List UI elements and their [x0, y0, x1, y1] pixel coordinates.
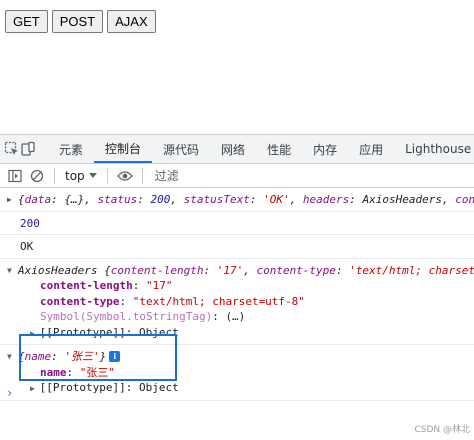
device-toolbar-icon[interactable]: [20, 135, 36, 163]
tab-sources[interactable]: 源代码: [152, 135, 210, 163]
collapse-arrow-icon[interactable]: ▼: [7, 263, 12, 279]
tab-network[interactable]: 网络: [210, 135, 256, 163]
filter-input[interactable]: 过滤: [149, 167, 179, 184]
header-row-symbol: Symbol(Symbol.toStringTag): (…): [40, 310, 246, 323]
toolbar-divider: [141, 167, 143, 184]
tab-elements[interactable]: 元素: [48, 135, 94, 163]
console-prompt-icon[interactable]: ›: [6, 386, 13, 400]
clear-console-icon[interactable]: [26, 166, 48, 186]
header-row-content-length: content-length: "17": [40, 279, 173, 292]
tab-memory[interactable]: 内存: [302, 135, 348, 163]
console-message-response[interactable]: ▶ {data: {…}, status: 200, statusText: '…: [0, 188, 474, 212]
console-output: ▶ {data: {…}, status: 200, statusText: '…: [0, 188, 474, 401]
devtools-panel: 元素 控制台 源代码 网络 性能 内存 应用 Lighthouse top 过滤: [0, 134, 474, 440]
toolbar-divider: [54, 167, 55, 184]
tab-lighthouse[interactable]: Lighthouse: [394, 135, 474, 163]
toolbar-divider: [106, 167, 108, 184]
expand-arrow-icon[interactable]: ▶: [30, 329, 40, 338]
tab-performance[interactable]: 性能: [256, 135, 302, 163]
ajax-button[interactable]: AJAX: [107, 10, 156, 33]
sidebar-toggle-icon[interactable]: [4, 166, 26, 186]
inspect-element-icon[interactable]: [4, 135, 20, 163]
chevron-down-icon: [88, 172, 97, 178]
tab-console[interactable]: 控制台: [94, 135, 153, 163]
info-icon[interactable]: i: [109, 351, 121, 362]
expand-arrow-icon[interactable]: ▶: [7, 192, 12, 208]
get-button[interactable]: GET: [5, 10, 48, 33]
console-message-status: 200: [0, 212, 474, 235]
page-buttons: GET POST AJAX: [5, 10, 156, 33]
expand-arrow-icon[interactable]: ▶: [30, 384, 40, 393]
tab-application[interactable]: 应用: [348, 135, 394, 163]
console-message-statustext: OK: [0, 235, 474, 259]
header-row-prototype[interactable]: ▶ [[Prototype]]: Object: [18, 325, 474, 342]
object-row-prototype[interactable]: ▶ [[Prototype]]: Object: [18, 380, 474, 397]
devtools-tabbar: 元素 控制台 源代码 网络 性能 内存 应用 Lighthouse: [0, 135, 474, 164]
console-toolbar: top 过滤: [0, 164, 474, 188]
console-message-name-object[interactable]: ▼ {name: '张三'} i name: "张三" ▶ [[Prototype…: [0, 345, 474, 401]
header-row-content-type: content-type: "text/html; charset=utf-8": [40, 294, 305, 308]
collapse-arrow-icon[interactable]: ▼: [7, 349, 12, 365]
watermark: CSDN @林北: [414, 425, 470, 435]
context-selector[interactable]: top: [61, 169, 101, 183]
post-button[interactable]: POST: [51, 10, 104, 33]
live-expression-eye-icon[interactable]: [114, 166, 136, 186]
context-label: top: [65, 168, 85, 183]
object-row-name: name: "张三": [40, 365, 115, 379]
console-message-headers[interactable]: ▼ AxiosHeaders {content-length: '17', co…: [0, 259, 474, 345]
